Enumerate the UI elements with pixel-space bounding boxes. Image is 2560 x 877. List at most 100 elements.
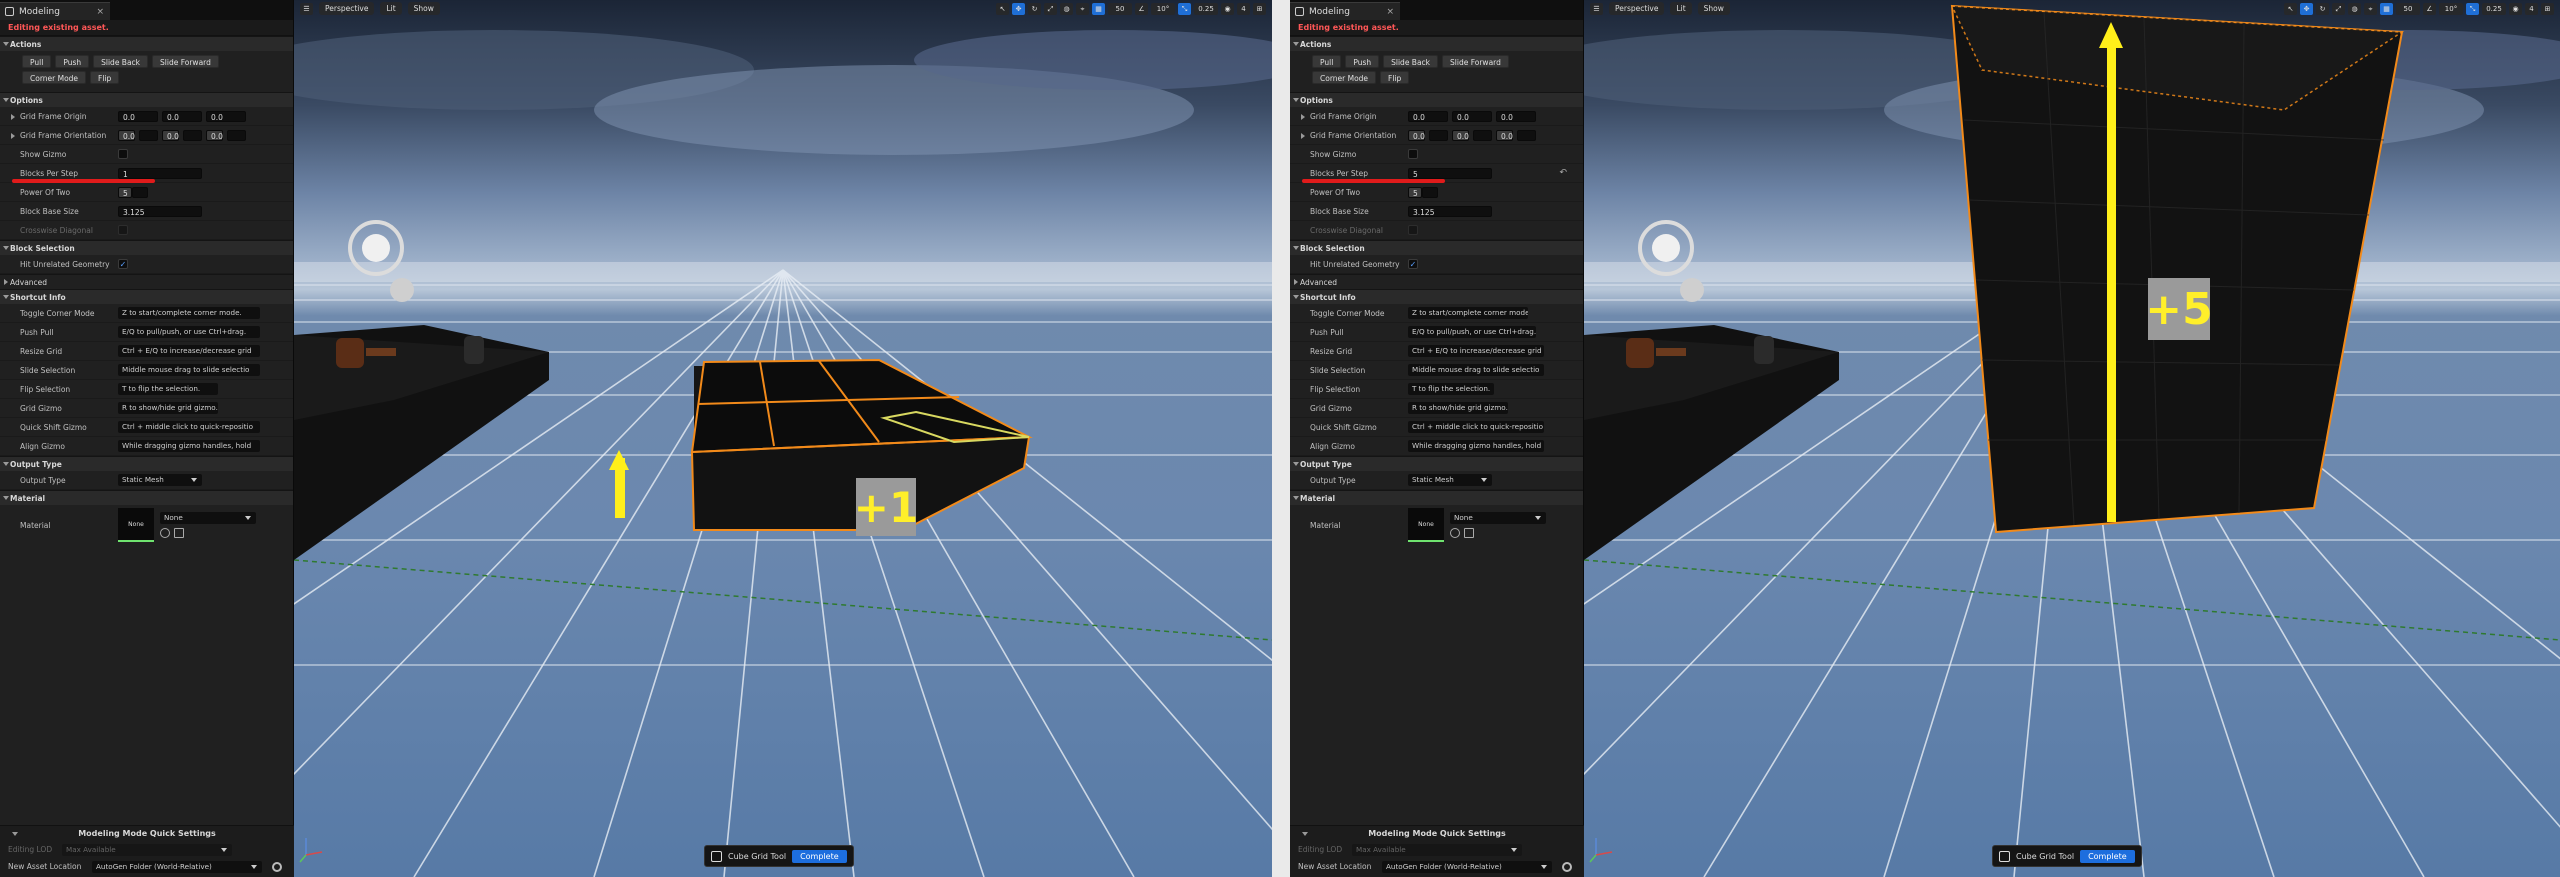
perspective-button[interactable]: Perspective: [1609, 2, 1665, 15]
flip-button[interactable]: Flip: [1380, 71, 1410, 84]
viewport[interactable]: +1 ☰ Perspective Lit Show ↖ ✥ ↻ ⤢ ◍ ⌖ ▦ …: [294, 0, 1272, 877]
block-base-size-field[interactable]: 3.125: [118, 205, 202, 217]
shortcut-value[interactable]: Middle mouse drag to slide selectio: [1408, 364, 1544, 376]
orient-x-spacer[interactable]: [1429, 129, 1448, 141]
editing-lod-dropdown[interactable]: Max Available: [62, 843, 232, 856]
rotate-icon[interactable]: ↻: [2316, 2, 2329, 15]
slide-back-button[interactable]: Slide Back: [93, 55, 149, 68]
category-block-selection[interactable]: Block Selection: [0, 240, 293, 255]
browse-icon[interactable]: [160, 528, 170, 538]
shortcut-value[interactable]: E/Q to pull/push, or use Ctrl+drag.: [118, 326, 260, 338]
rotation-snap-icon[interactable]: ∠: [2423, 2, 2436, 15]
show-button[interactable]: Show: [1697, 2, 1730, 15]
shortcut-value[interactable]: Z to start/complete corner mode.: [1408, 307, 1528, 319]
show-button[interactable]: Show: [407, 2, 440, 15]
shortcut-value[interactable]: Ctrl + E/Q to increase/decrease grid: [1408, 345, 1544, 357]
camera-speed-icon[interactable]: ◉: [1221, 2, 1234, 15]
world-icon[interactable]: ◍: [2348, 2, 2361, 15]
lit-button[interactable]: Lit: [1670, 2, 1692, 15]
orient-z-field[interactable]: 0.0: [206, 129, 223, 141]
orient-y-spacer[interactable]: [1473, 129, 1492, 141]
close-icon[interactable]: ×: [96, 7, 104, 17]
category-output-type[interactable]: Output Type: [1290, 456, 1583, 471]
maximize-icon[interactable]: ⊞: [1253, 2, 1266, 15]
orient-y-spacer[interactable]: [183, 129, 202, 141]
quick-settings-title[interactable]: Modeling Mode Quick Settings: [0, 826, 294, 841]
scale-snap-value[interactable]: 0.25: [2482, 2, 2506, 15]
camera-speed-value[interactable]: 4: [2525, 2, 2538, 15]
category-options[interactable]: Options: [0, 92, 293, 107]
category-block-selection[interactable]: Block Selection: [1290, 240, 1583, 255]
power-of-two-spacer[interactable]: [1422, 186, 1438, 198]
crosswise-diagonal-checkbox[interactable]: [1408, 225, 1418, 235]
shortcut-value[interactable]: Middle mouse drag to slide selectio: [118, 364, 260, 376]
modeling-tab[interactable]: Modeling ×: [1290, 2, 1400, 20]
pull-button[interactable]: Pull: [1312, 55, 1342, 68]
maximize-icon[interactable]: ⊞: [2541, 2, 2554, 15]
surface-snap-icon[interactable]: ⌖: [2364, 2, 2377, 15]
shortcut-value[interactable]: Z to start/complete corner mode.: [118, 307, 260, 319]
crosswise-diagonal-checkbox[interactable]: [118, 225, 128, 235]
shortcut-value[interactable]: Ctrl + E/Q to increase/decrease grid: [118, 345, 260, 357]
power-of-two-field[interactable]: 5: [1408, 186, 1422, 198]
translate-icon[interactable]: ✥: [1012, 2, 1025, 15]
orient-y-field[interactable]: 0.0: [1452, 129, 1469, 141]
power-of-two-spacer[interactable]: [132, 186, 148, 198]
category-output-type[interactable]: Output Type: [0, 456, 293, 471]
modeling-tab[interactable]: Modeling ×: [0, 2, 110, 20]
power-of-two-field[interactable]: 5: [118, 186, 132, 198]
category-shortcut-info[interactable]: Shortcut Info: [0, 289, 293, 304]
corner-mode-button[interactable]: Corner Mode: [1312, 71, 1377, 84]
orient-z-spacer[interactable]: [1517, 129, 1536, 141]
orient-x-spacer[interactable]: [139, 129, 158, 141]
shortcut-value[interactable]: While dragging gizmo handles, hold: [118, 440, 260, 452]
camera-speed-icon[interactable]: ◉: [2509, 2, 2522, 15]
flip-button[interactable]: Flip: [90, 71, 120, 84]
origin-y-field[interactable]: 0.0: [1452, 110, 1492, 122]
orient-z-spacer[interactable]: [227, 129, 246, 141]
shortcut-value[interactable]: Ctrl + middle click to quick-repositio: [118, 421, 260, 433]
scale-snap-value[interactable]: 0.25: [1194, 2, 1218, 15]
category-options[interactable]: Options: [1290, 92, 1583, 107]
output-type-dropdown[interactable]: Static Mesh: [118, 474, 202, 486]
orient-z-field[interactable]: 0.0: [1496, 129, 1513, 141]
grid-snap-icon[interactable]: ▦: [2380, 2, 2393, 15]
shortcut-value[interactable]: E/Q to pull/push, or use Ctrl+drag.: [1408, 326, 1536, 338]
select-icon[interactable]: ↖: [996, 2, 1009, 15]
menu-icon[interactable]: ☰: [300, 2, 313, 15]
scale-snap-icon[interactable]: ⤡: [1178, 2, 1191, 15]
menu-icon[interactable]: ☰: [1590, 2, 1603, 15]
select-icon[interactable]: ↖: [2284, 2, 2297, 15]
push-button[interactable]: Push: [55, 55, 90, 68]
hit-unrelated-checkbox[interactable]: ✓: [1408, 259, 1418, 269]
grid-snap-value[interactable]: 50: [2396, 2, 2420, 15]
folder-icon[interactable]: [174, 528, 184, 538]
grid-frame-origin-label[interactable]: Grid Frame Origin: [1290, 112, 1408, 121]
grid-snap-value[interactable]: 50: [1108, 2, 1132, 15]
viewport[interactable]: +5 ☰ Perspective Lit Show ↖ ✥ ↻ ⤢ ◍ ⌖ ▦ …: [1584, 0, 2560, 877]
complete-button[interactable]: Complete: [2080, 849, 2135, 863]
new-asset-location-dropdown[interactable]: AutoGen Folder (World-Relative): [1382, 860, 1552, 873]
close-icon[interactable]: ×: [1386, 7, 1394, 17]
block-base-size-field[interactable]: 3.125: [1408, 205, 1492, 217]
complete-button[interactable]: Complete: [792, 849, 847, 863]
blocks-per-step-field[interactable]: 1: [118, 167, 202, 179]
material-dropdown[interactable]: None: [1450, 512, 1546, 524]
camera-speed-value[interactable]: 4: [1237, 2, 1250, 15]
rotation-snap-icon[interactable]: ∠: [1135, 2, 1148, 15]
material-dropdown[interactable]: None: [160, 512, 256, 524]
origin-x-field[interactable]: 0.0: [1408, 110, 1448, 122]
orient-y-field[interactable]: 0.0: [162, 129, 179, 141]
shortcut-value[interactable]: Ctrl + middle click to quick-repositio: [1408, 421, 1544, 433]
quick-settings-title[interactable]: Modeling Mode Quick Settings: [1290, 826, 1584, 841]
category-shortcut-info[interactable]: Shortcut Info: [1290, 289, 1583, 304]
origin-z-field[interactable]: 0.0: [1496, 110, 1536, 122]
rotation-snap-value[interactable]: 10°: [1151, 2, 1175, 15]
material-thumbnail[interactable]: None: [1408, 508, 1444, 542]
material-thumbnail[interactable]: None: [118, 508, 154, 542]
browse-icon[interactable]: [1450, 528, 1460, 538]
gear-icon[interactable]: [1562, 861, 1572, 872]
shortcut-value[interactable]: R to show/hide grid gizmo.: [118, 402, 218, 414]
corner-mode-button[interactable]: Corner Mode: [22, 71, 87, 84]
slide-forward-button[interactable]: Slide Forward: [152, 55, 219, 68]
